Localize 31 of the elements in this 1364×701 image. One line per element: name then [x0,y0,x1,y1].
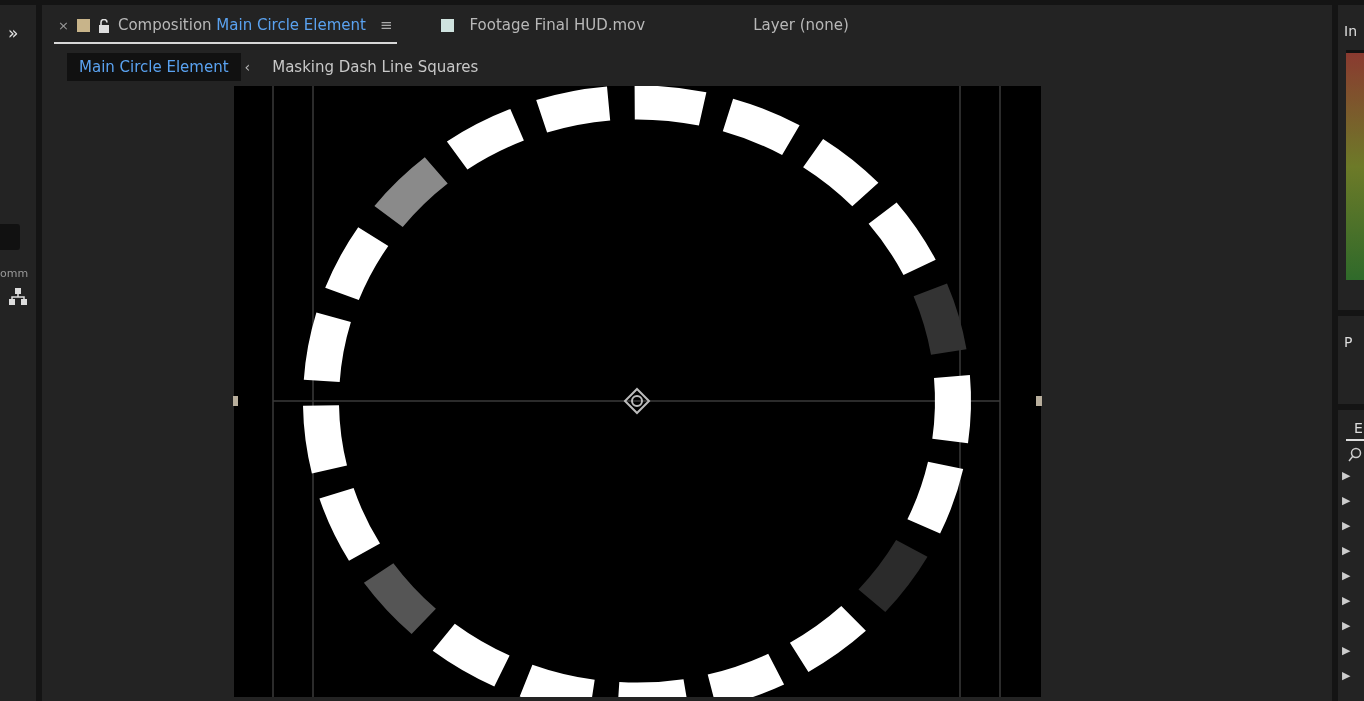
expand-arrow[interactable]: ▶ [1338,588,1364,613]
breadcrumb[interactable]: Masking Dash Line Squares [260,52,491,82]
search-icon[interactable] [1348,447,1362,463]
expand-button[interactable]: » [8,21,19,47]
hierarchy-icon[interactable] [8,288,28,306]
panel-label: omm [0,265,29,282]
breadcrumb-separator: ‹ [244,57,251,77]
anchor-point-icon[interactable] [623,387,651,415]
handle[interactable] [233,396,238,406]
tab-title: Footage Final HUD.mov [469,15,646,37]
expand-arrow[interactable]: ▶ [1338,488,1364,513]
expand-arrow[interactable]: ▶ [1338,463,1364,488]
expand-arrow[interactable]: ▶ [1338,638,1364,663]
panel-tab[interactable]: Footage Final HUD.mov [436,9,650,44]
panel-title: P [1343,333,1354,352]
expand-arrow[interactable]: ▶ [1338,538,1364,563]
expand-arrow[interactable]: ▶ [1338,613,1364,638]
panel-tab[interactable]: E [1346,410,1364,441]
menu-icon[interactable]: ≡ [379,14,393,37]
lock-icon[interactable] [97,18,110,33]
panel-tab[interactable]: × Composition Main Circle Element ≡ [54,9,397,44]
panel-title: In [1343,22,1358,41]
breadcrumb[interactable]: Main Circle Element [67,52,241,82]
close-button[interactable]: × [58,15,69,36]
expand-arrow[interactable]: ▶ [1338,513,1364,538]
handle[interactable] [1036,396,1042,406]
tab-title: Layer (none) [753,15,849,37]
tab-title: Composition Main Circle Element [117,15,366,37]
expand-arrow[interactable]: ▶ [1338,663,1364,688]
panel-tab[interactable]: Layer (none) [749,9,853,44]
expand-arrow[interactable]: ▶ [1338,563,1364,588]
